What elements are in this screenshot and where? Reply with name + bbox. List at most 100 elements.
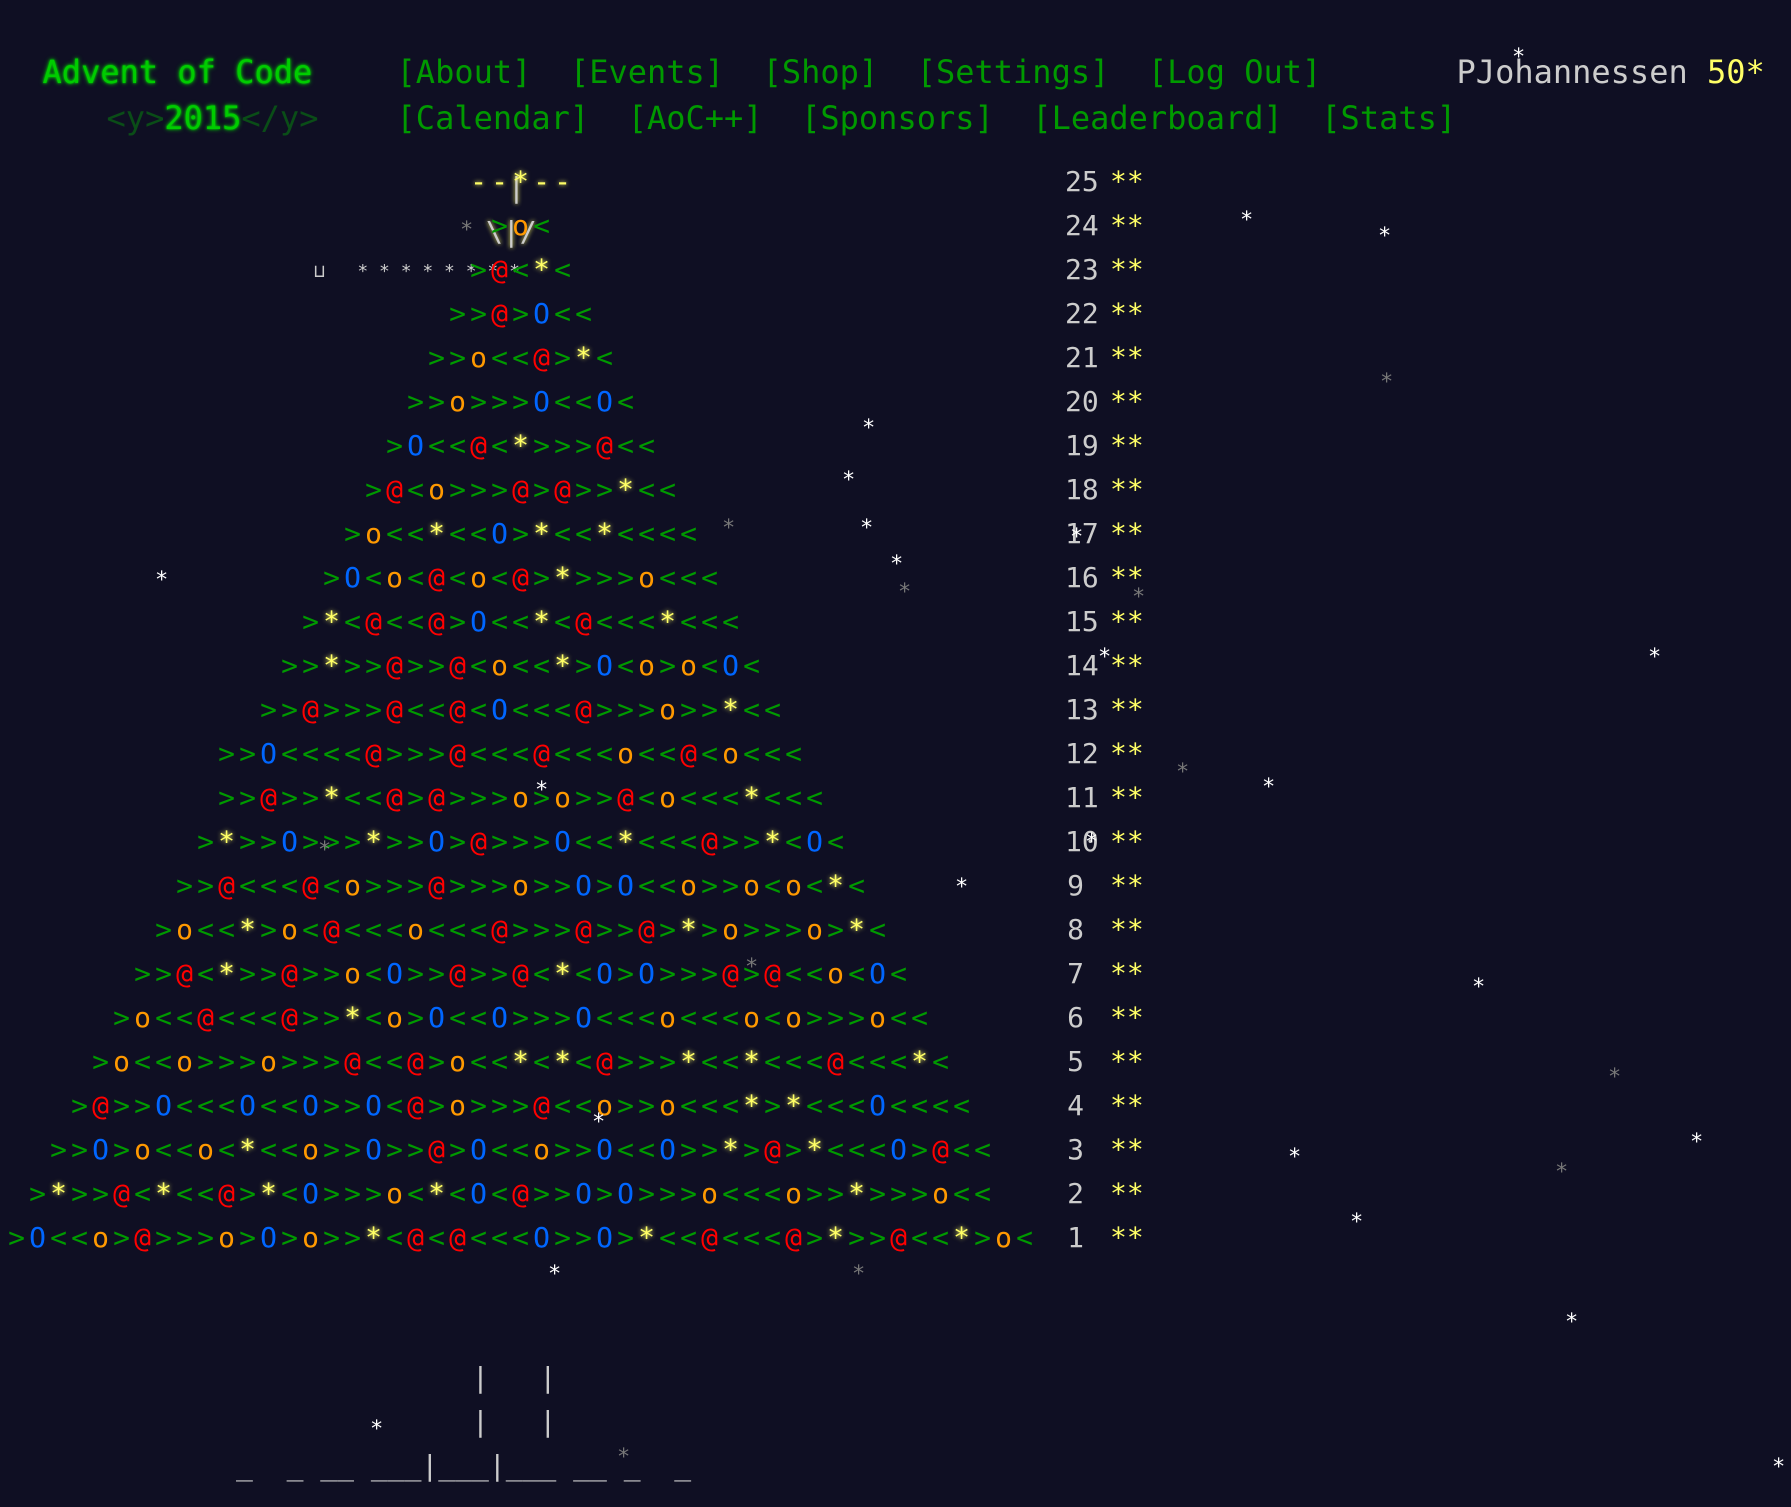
nav-calendar[interactable]: [Calendar]: [397, 99, 590, 137]
day-number: 3: [1067, 1133, 1084, 1166]
snowflake-icon: *: [1690, 1130, 1704, 1155]
calendar-day-16[interactable]: > O < o < @ < o < @ > * > > > o < < <16 **: [6, 556, 1144, 600]
calendar-day-18[interactable]: > @ < o > > > @ > @ > > * < < 18 **: [6, 468, 1144, 512]
day-stars: **: [1110, 649, 1144, 682]
day-stars: **: [1110, 693, 1144, 726]
tree-ornaments: > o < < * > o < @ < < < o < < < @ > > > @ > > @ > * > o > > > o > * <: [155, 913, 886, 946]
calendar-day-9[interactable]: > > @ < < < @ < o > > > @ > > > o > > O > O < < o > > o < o < * < 9 **: [6, 864, 1144, 908]
day-number: 21: [1065, 341, 1099, 374]
tree-ornaments: > > @ > > > @ < < @ < O < < < @ > > > o > > * < <: [260, 693, 781, 726]
day-number: 25: [1065, 165, 1099, 198]
calendar-day-21[interactable]: > > o < < @ > * < 21 **: [6, 336, 1144, 380]
day-stars: **: [1110, 165, 1144, 198]
tree-ornaments: > > * > > @ > > @ < o < < * > O < o > o < O <: [281, 649, 760, 682]
calendar-day-24[interactable]: > o < 24 **: [6, 204, 1144, 248]
day-stars: **: [1110, 1045, 1144, 1078]
calendar-day-11[interactable]: > > @ > > * < < @ > @ > > > o > o > > @ < o < < < * < < < 11 **: [6, 776, 1144, 820]
calendar-day-12[interactable]: > > O < < < < @ > > > @ < < < @ < < < o < < @ < o < < < 12 **: [6, 732, 1144, 776]
snowflake-icon: *: [890, 552, 904, 577]
day-stars: **: [1110, 1001, 1144, 1034]
day-stars: **: [1110, 737, 1144, 770]
year-label[interactable]: <y>2015</y>: [68, 52, 319, 140]
snowflake-icon: *: [1772, 1455, 1786, 1480]
snowflake-icon: *: [548, 1262, 562, 1287]
tree-ornaments: - - * - -: [470, 165, 571, 198]
day-number: 14: [1065, 649, 1099, 682]
snowflake-icon: *: [862, 416, 876, 441]
snowflake-icon: *: [852, 1262, 866, 1287]
calendar-day-1[interactable]: > O < < o > @ > > > o > O > o > > * < @ < @ < < < O > > O > * < < @ < < < @ > *…: [6, 1216, 1144, 1260]
nav-stats[interactable]: [Stats]: [1321, 99, 1456, 137]
tree-ornaments: > > @ < * > > @ > > o < O > > @ > > @ < * < O > O > > > @ > @ < < o < O <: [134, 957, 907, 990]
day-stars: **: [1110, 209, 1144, 242]
calendar-day-23[interactable]: > @ < * < 23 **: [6, 248, 1144, 292]
calendar-day-19[interactable]: > O < < @ < * > > > @ < < 19 **: [6, 424, 1144, 468]
nav-aocpp[interactable]: [AoC++]: [628, 99, 763, 137]
snowflake-icon: *: [617, 1445, 631, 1470]
day-stars: **: [1110, 253, 1144, 286]
calendar-day-14[interactable]: > > * > > @ > > @ < o < < * > O < o > o < O < 14 **: [6, 644, 1144, 688]
day-number: 12: [1065, 737, 1099, 770]
calendar-day-20[interactable]: > > o > > > O < < O < 20 **: [6, 380, 1144, 424]
snowflake-icon: *: [535, 778, 549, 803]
calendar-day-6[interactable]: > o < < @ < < < @ > > * < o > O < < O > > > O < < < o < < < o < o > > > o < < 6…: [6, 996, 1144, 1040]
tree-ornaments: > o < < o > > > o > > > @ < < @ > o < < * < * < @ > > > * < < * < < < @ < < < *…: [92, 1045, 949, 1078]
snowflake-icon: *: [1085, 830, 1099, 855]
calendar-day-8[interactable]: > o < < * > o < @ < < < o < < < @ > > > @ > > @ > * > o > > > o > * < 8 **: [6, 908, 1144, 952]
day-stars: **: [1110, 957, 1144, 990]
day-stars: **: [1110, 1177, 1144, 1210]
calendar-day-17[interactable]: > o < < * < < O > * < < * < < < <17 **: [6, 512, 1144, 556]
snowflake-icon: *: [1512, 45, 1526, 70]
snowflake-icon: *: [460, 218, 474, 243]
snowflake-icon: *: [1565, 1310, 1579, 1335]
day-stars: **: [1110, 473, 1144, 506]
day-number: 24: [1065, 209, 1099, 242]
tree-trunk-1: | |: [472, 1361, 557, 1394]
day-number: 23: [1065, 253, 1099, 286]
snowflake-icon: *: [1240, 208, 1254, 233]
snowflake-icon: *: [318, 838, 332, 863]
calendar-day-15[interactable]: > * < @ < < @ > O < < * < @ < < < * < < <15 **: [6, 600, 1144, 644]
tree-ornaments: > > o < < @ > * <: [428, 341, 613, 374]
snowflake-icon: *: [722, 516, 736, 541]
calendar-day-4[interactable]: > @ > > O < < < O < < O > > O < @ > o > > > @ < < o > > o < < < * > * < < < O <…: [6, 1084, 1144, 1128]
calendar-day-7[interactable]: > > @ < * > > @ > > o < O > > @ > > @ < * < O > O > > > @ > @ < < o < O < 7 **: [6, 952, 1144, 996]
tree-ornaments: > > @ > O < <: [449, 297, 592, 330]
nav-leaderboard[interactable]: [Leaderboard]: [1032, 99, 1282, 137]
snowflake-icon: *: [370, 1417, 384, 1442]
calendar-day-2[interactable]: > * > > @ < * < < @ > * < O > > > o < * < O < @ > > O > O > > > o < < < o > > *…: [6, 1172, 1144, 1216]
day-number: 7: [1067, 957, 1084, 990]
calendar-day-10[interactable]: > * > > O > > > * > > O > @ > > > O < < * < < < @ > > * < O <10 **: [6, 820, 1144, 864]
day-number: 22: [1065, 297, 1099, 330]
snowflake-icon: *: [860, 516, 874, 541]
day-number: 18: [1065, 473, 1099, 506]
calendar-day-25[interactable]: - - * - - 25 **: [6, 160, 1144, 204]
snowflake-icon: *: [1098, 645, 1112, 670]
calendar-day-5[interactable]: > o < < o > > > o > > > @ < < @ > o < < * < * < @ > > > * < < * < < < @ < < < *…: [6, 1040, 1144, 1084]
day-stars: **: [1110, 1133, 1144, 1166]
day-stars: **: [1110, 341, 1144, 374]
tree-ornaments: > O < < o > @ > > > o > O > o > > * < @ < @ < < < O > > O > * < < @ < < < @ > *…: [8, 1221, 1033, 1254]
snowflake-icon: *: [955, 875, 969, 900]
day-number: 1: [1067, 1221, 1084, 1254]
calendar-day-22[interactable]: > > @ > O < < 22 **: [6, 292, 1144, 336]
calendar-day-3[interactable]: > > O > o < < o < * < < o > > O > > @ > O < < o > > O < < O > > * > @ > * < < <…: [6, 1128, 1144, 1172]
day-stars: **: [1110, 869, 1144, 902]
calendar-day-13[interactable]: > > @ > > > @ < < @ < O < < < @ > > > o > > * < < 13 **: [6, 688, 1144, 732]
day-number: 15: [1065, 605, 1099, 638]
day-number: 9: [1067, 869, 1084, 902]
snowflake-icon: *: [1350, 1210, 1364, 1235]
tree-ornaments: > O < < @ < * > > > @ < <: [386, 429, 655, 462]
day-number: 10: [1065, 825, 1099, 858]
snowflake-icon: *: [1378, 224, 1392, 249]
year-suffix: </y>: [241, 99, 319, 137]
day-stars: **: [1110, 1221, 1144, 1254]
snowflake-icon: *: [745, 955, 759, 980]
day-number: 5: [1067, 1045, 1084, 1078]
day-stars: **: [1110, 517, 1144, 550]
snowflake-icon: *: [898, 580, 912, 605]
tree-ornaments: > * > > O > > > * > > O > @ > > > O < < * < < < @ > > * < O <: [197, 825, 844, 858]
nav-sponsors[interactable]: [Sponsors]: [801, 99, 994, 137]
snowflake-icon: *: [1472, 975, 1486, 1000]
tree-trunk-2: | |: [472, 1405, 557, 1438]
